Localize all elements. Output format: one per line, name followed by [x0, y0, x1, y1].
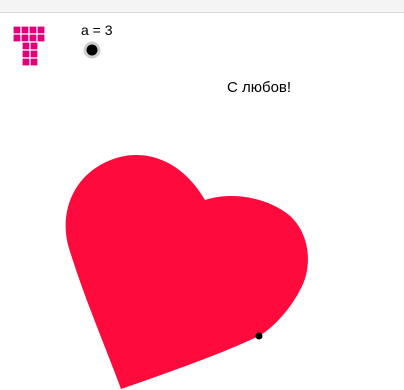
- app-window: a = 3 С любов!: [0, 0, 404, 390]
- heart-shape: [65, 154, 308, 389]
- control-point[interactable]: [255, 332, 263, 340]
- graphics-view: [65, 154, 308, 389]
